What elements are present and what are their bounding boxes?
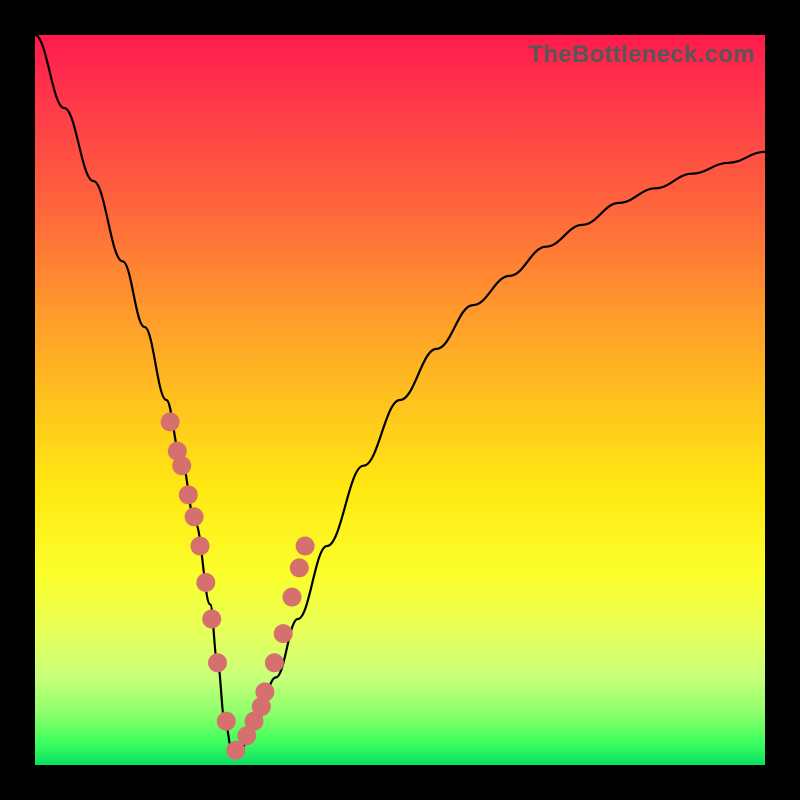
highlight-dot	[185, 507, 204, 526]
chart-svg	[35, 35, 765, 765]
highlight-dot	[255, 683, 274, 702]
highlight-dot	[172, 456, 191, 475]
highlight-dot	[202, 610, 221, 629]
highlight-dot	[191, 537, 210, 556]
highlight-dot	[161, 412, 180, 431]
highlight-dot	[265, 653, 284, 672]
highlight-dot	[283, 588, 302, 607]
highlight-dots	[161, 412, 315, 760]
highlight-dot	[179, 485, 198, 504]
highlight-dot	[296, 537, 315, 556]
bottleneck-curve	[35, 35, 765, 750]
plot-area: TheBottleneck.com	[35, 35, 765, 765]
highlight-dot	[290, 558, 309, 577]
highlight-dot	[217, 712, 236, 731]
highlight-dot	[208, 653, 227, 672]
highlight-dot	[196, 573, 215, 592]
chart-frame: TheBottleneck.com	[0, 0, 800, 800]
highlight-dot	[274, 624, 293, 643]
